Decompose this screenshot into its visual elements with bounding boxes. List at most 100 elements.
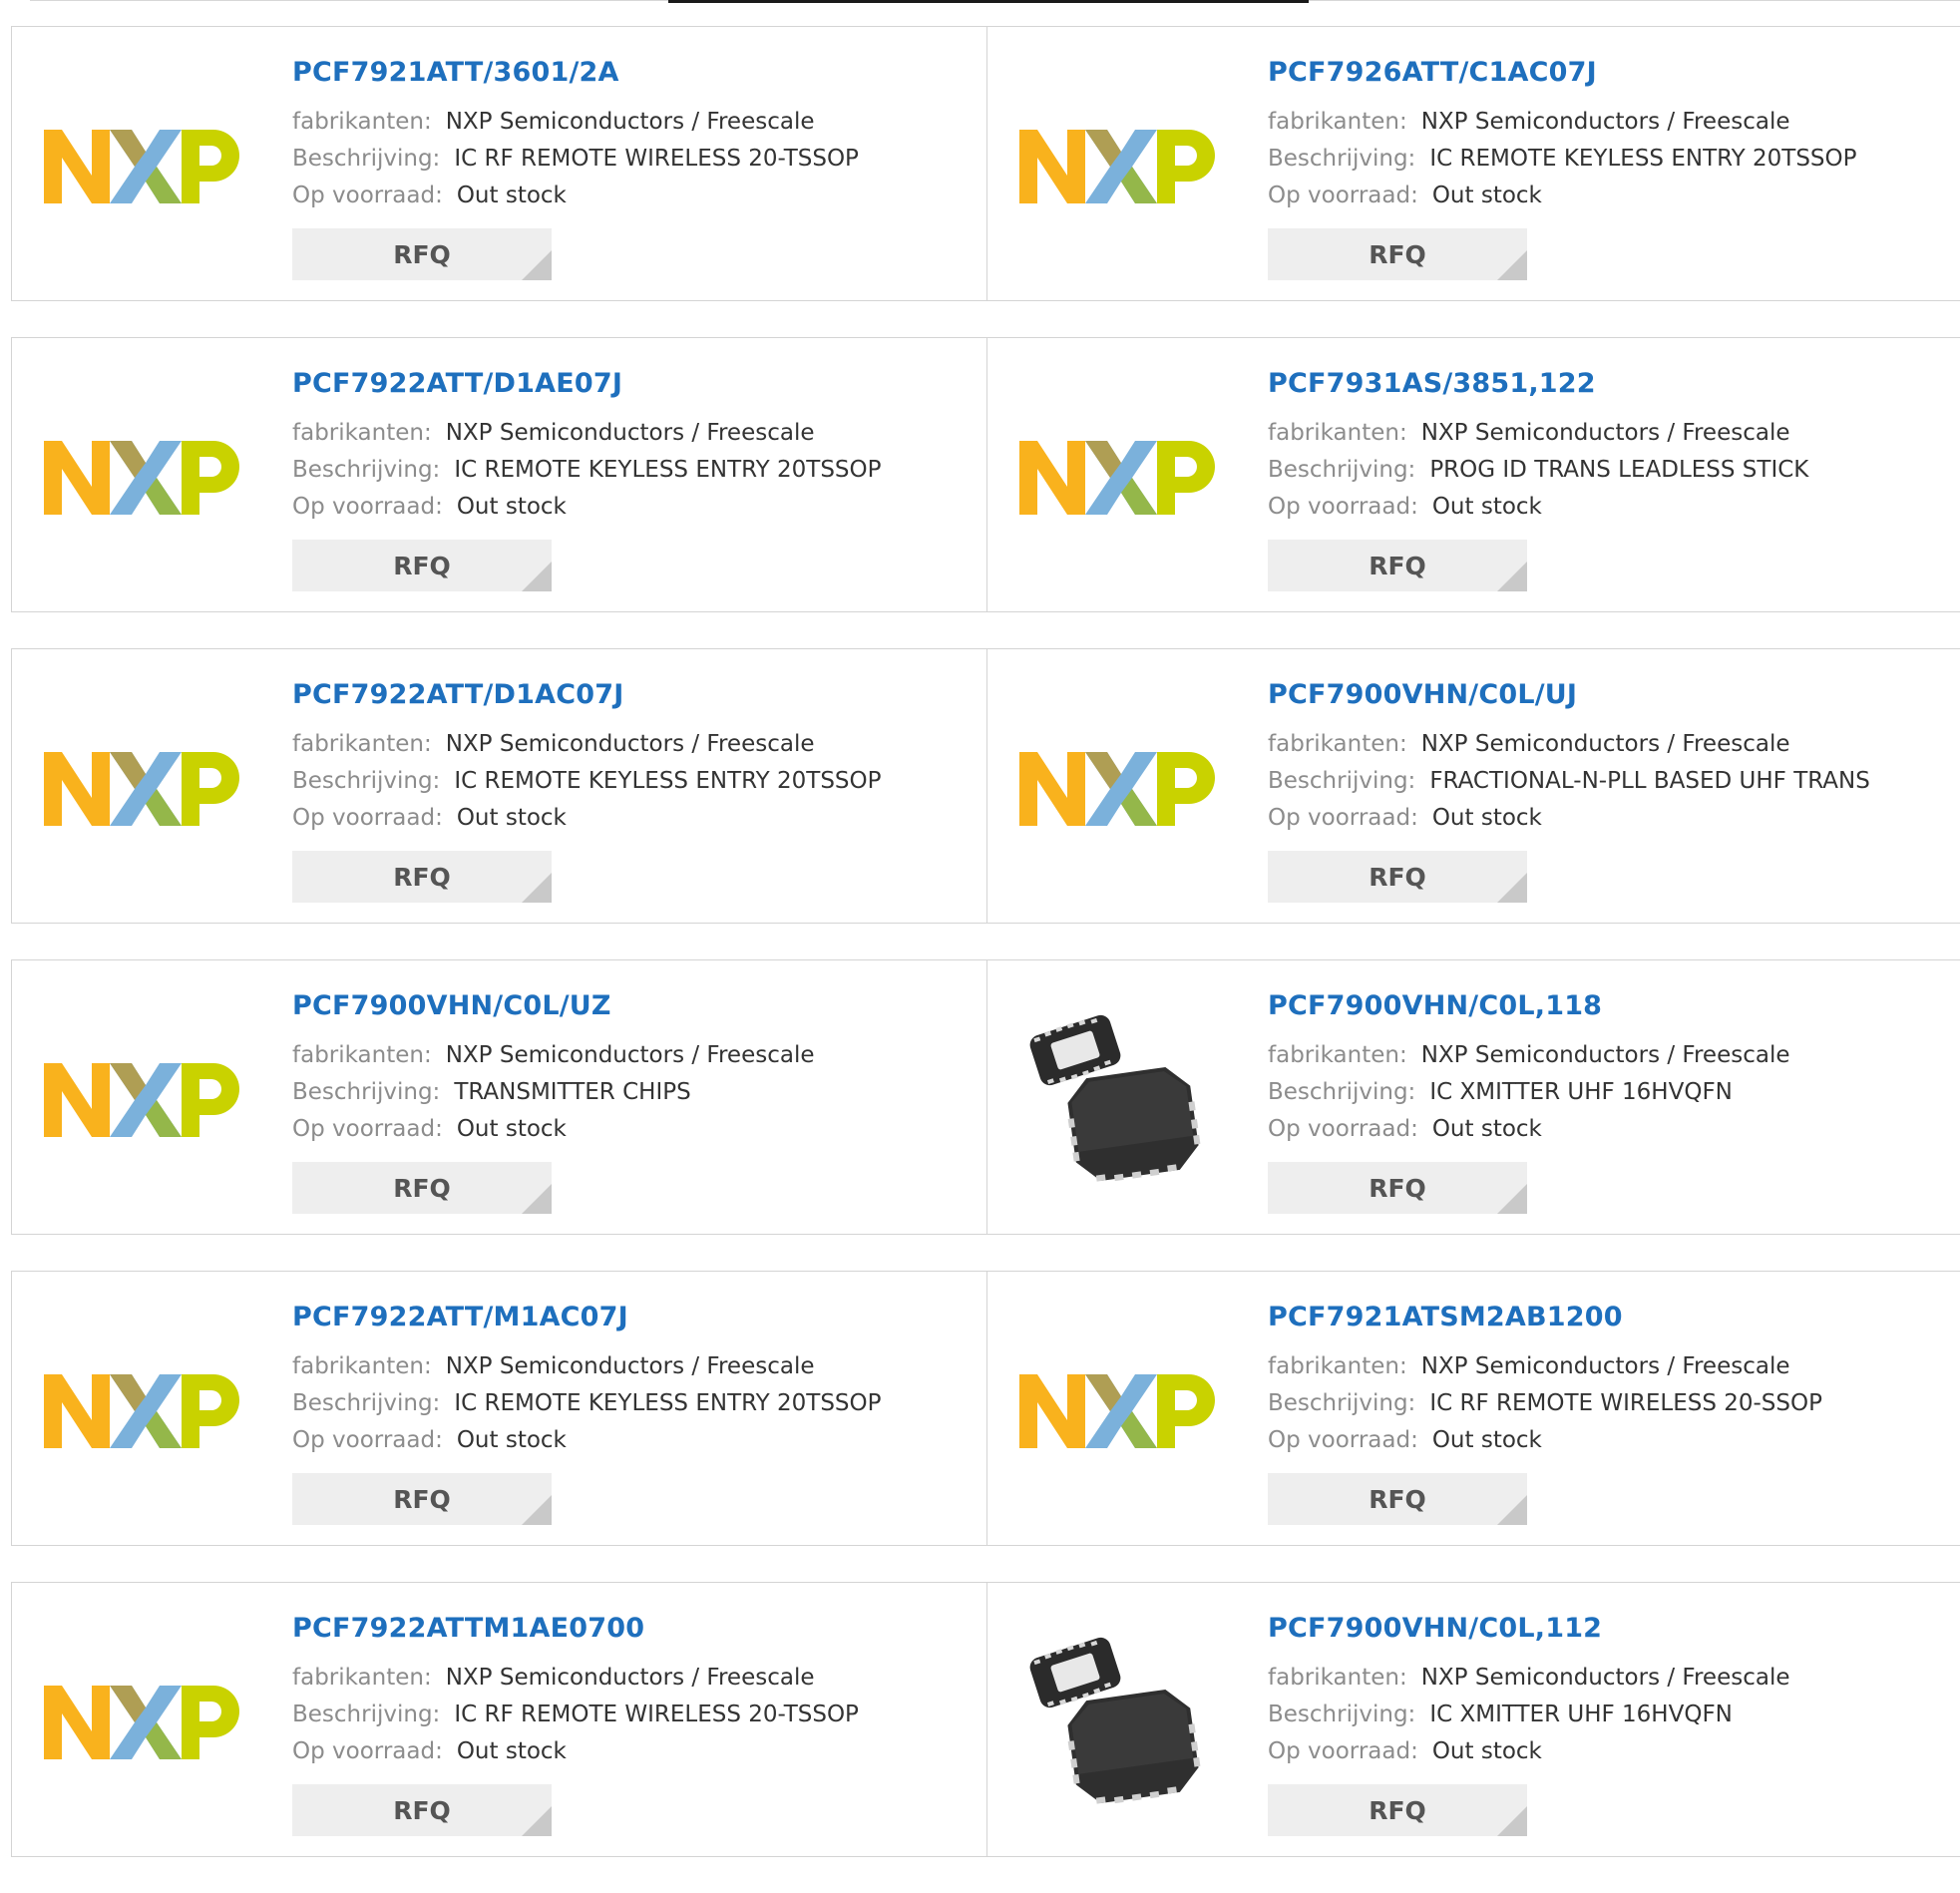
rfq-button[interactable]: RFQ bbox=[1268, 228, 1527, 280]
rfq-button[interactable]: RFQ bbox=[1268, 1473, 1527, 1525]
part-number-link[interactable]: PCF7900VHN/C0L/UJ bbox=[1268, 679, 1577, 710]
manufacturer-label: fabrikanten: bbox=[292, 1042, 432, 1068]
product-thumbnail[interactable] bbox=[1017, 67, 1217, 266]
rfq-button-label: RFQ bbox=[1369, 862, 1426, 892]
stock-value: Out stock bbox=[456, 1116, 567, 1142]
description-label: Beschrijving: bbox=[1268, 146, 1416, 172]
product-row: PCF7922ATTM1AE0700 fabrikanten: NXP Semico… bbox=[11, 1582, 1960, 1857]
description-line: Beschrijving: TRANSMITTER CHIPS bbox=[292, 1079, 691, 1105]
part-number-link[interactable]: PCF7922ATT/D1AE07J bbox=[292, 368, 622, 399]
rfq-button[interactable]: RFQ bbox=[292, 1473, 552, 1525]
rfq-button[interactable]: RFQ bbox=[1268, 1784, 1527, 1836]
description-line: Beschrijving: IC REMOTE KEYLESS ENTRY 20T… bbox=[292, 768, 882, 794]
manufacturer-value: NXP Semiconductors / Freescale bbox=[445, 1353, 815, 1379]
corner-fold-icon bbox=[1497, 873, 1527, 903]
rfq-button[interactable]: RFQ bbox=[292, 1784, 552, 1836]
rfq-button[interactable]: RFQ bbox=[292, 1162, 552, 1214]
nxp-logo-icon bbox=[44, 1686, 239, 1759]
part-number-link[interactable]: PCF7922ATT/D1AC07J bbox=[292, 679, 623, 710]
part-number-link[interactable]: PCF7921ATSM2AB1200 bbox=[1268, 1302, 1623, 1332]
manufacturer-value: NXP Semiconductors / Freescale bbox=[445, 731, 815, 757]
description-label: Beschrijving: bbox=[292, 1702, 441, 1727]
description-value: IC RF REMOTE WIRELESS 20-TSSOP bbox=[454, 1702, 859, 1727]
stock-label: Op voorraad: bbox=[1268, 1738, 1418, 1764]
product-row: PCF7922ATT/D1AE07J fabrikanten: NXP Semico… bbox=[11, 337, 1960, 612]
stock-line: Op voorraad: Out stock bbox=[292, 494, 567, 520]
product-thumbnail[interactable] bbox=[42, 378, 241, 577]
product-thumbnail[interactable] bbox=[1017, 689, 1217, 889]
product-card: PCF7931AS/3851,122 fabrikanten: NXP Semico… bbox=[987, 337, 1960, 612]
part-number-link[interactable]: PCF7922ATTM1AE0700 bbox=[292, 1613, 644, 1644]
rfq-button-label: RFQ bbox=[1369, 551, 1426, 580]
qfn-chip-photo-icon bbox=[1029, 1637, 1201, 1804]
nxp-logo-icon bbox=[44, 1063, 239, 1137]
part-number-link[interactable]: PCF7921ATT/3601/2A bbox=[292, 57, 619, 88]
description-label: Beschrijving: bbox=[292, 768, 441, 794]
manufacturer-label: fabrikanten: bbox=[1268, 1353, 1407, 1379]
stock-line: Op voorraad: Out stock bbox=[292, 1427, 567, 1453]
manufacturer-line: fabrikanten: NXP Semiconductors / Freesca… bbox=[292, 109, 815, 135]
corner-fold-icon bbox=[1497, 1184, 1527, 1214]
part-number-link[interactable]: PCF7922ATT/M1AC07J bbox=[292, 1302, 628, 1332]
rfq-button[interactable]: RFQ bbox=[292, 851, 552, 903]
part-number-link[interactable]: PCF7900VHN/C0L/UZ bbox=[292, 990, 611, 1021]
manufacturer-label: fabrikanten: bbox=[292, 420, 432, 446]
manufacturer-value: NXP Semiconductors / Freescale bbox=[1420, 109, 1790, 135]
corner-fold-icon bbox=[522, 250, 552, 280]
description-value: PROG ID TRANS LEADLESS STICK bbox=[1429, 457, 1809, 483]
stock-value: Out stock bbox=[1431, 183, 1542, 208]
stock-label: Op voorraad: bbox=[292, 1427, 443, 1453]
stock-label: Op voorraad: bbox=[292, 805, 443, 831]
rfq-button[interactable]: RFQ bbox=[292, 540, 552, 591]
manufacturer-label: fabrikanten: bbox=[292, 731, 432, 757]
product-card: PCF7926ATT/C1AC07J fabrikanten: NXP Semico… bbox=[987, 26, 1960, 301]
stock-line: Op voorraad: Out stock bbox=[292, 1738, 567, 1764]
part-number-link[interactable]: PCF7926ATT/C1AC07J bbox=[1268, 57, 1597, 88]
manufacturer-line: fabrikanten: NXP Semiconductors / Freesca… bbox=[1268, 1665, 1790, 1691]
description-label: Beschrijving: bbox=[1268, 1390, 1416, 1416]
product-thumbnail[interactable] bbox=[42, 1312, 241, 1511]
manufacturer-value: NXP Semiconductors / Freescale bbox=[445, 109, 815, 135]
product-thumbnail[interactable] bbox=[42, 1000, 241, 1200]
manufacturer-label: fabrikanten: bbox=[292, 109, 432, 135]
corner-fold-icon bbox=[522, 1495, 552, 1525]
product-thumbnail[interactable] bbox=[1017, 1000, 1217, 1200]
stock-label: Op voorraad: bbox=[1268, 805, 1418, 831]
manufacturer-line: fabrikanten: NXP Semiconductors / Freesca… bbox=[292, 731, 815, 757]
description-value: TRANSMITTER CHIPS bbox=[454, 1079, 691, 1105]
product-card: PCF7922ATT/D1AC07J fabrikanten: NXP Semico… bbox=[11, 648, 987, 924]
product-card: PCF7900VHN/C0L/UZ fabrikanten: NXP Semicon… bbox=[11, 959, 987, 1235]
rfq-button-label: RFQ bbox=[393, 1173, 451, 1203]
description-label: Beschrijving: bbox=[1268, 1079, 1416, 1105]
product-thumbnail[interactable] bbox=[1017, 378, 1217, 577]
manufacturer-value: NXP Semiconductors / Freescale bbox=[445, 1042, 815, 1068]
corner-fold-icon bbox=[522, 873, 552, 903]
part-number-link[interactable]: PCF7900VHN/C0L,118 bbox=[1268, 990, 1602, 1021]
stock-label: Op voorraad: bbox=[292, 494, 443, 520]
stock-value: Out stock bbox=[456, 1427, 567, 1453]
product-thumbnail[interactable] bbox=[42, 1623, 241, 1822]
rfq-button[interactable]: RFQ bbox=[292, 228, 552, 280]
description-label: Beschrijving: bbox=[1268, 457, 1416, 483]
stock-line: Op voorraad: Out stock bbox=[1268, 1427, 1542, 1453]
rfq-button[interactable]: RFQ bbox=[1268, 1162, 1527, 1214]
product-thumbnail[interactable] bbox=[1017, 1623, 1217, 1822]
manufacturer-value: NXP Semiconductors / Freescale bbox=[1420, 1042, 1790, 1068]
rfq-button[interactable]: RFQ bbox=[1268, 540, 1527, 591]
nxp-logo-icon bbox=[1019, 1374, 1215, 1448]
product-row: PCF7922ATT/D1AC07J fabrikanten: NXP Semico… bbox=[11, 648, 1960, 924]
product-card: PCF7922ATTM1AE0700 fabrikanten: NXP Semico… bbox=[11, 1582, 987, 1857]
product-thumbnail[interactable] bbox=[42, 67, 241, 266]
part-number-link[interactable]: PCF7900VHN/C0L,112 bbox=[1268, 1613, 1602, 1644]
description-label: Beschrijving: bbox=[1268, 1702, 1416, 1727]
description-line: Beschrijving: FRACTIONAL-N-PLL BASED UHF … bbox=[1268, 768, 1870, 794]
corner-fold-icon bbox=[522, 1184, 552, 1214]
part-number-link[interactable]: PCF7931AS/3851,122 bbox=[1268, 368, 1596, 399]
stock-value: Out stock bbox=[1431, 1427, 1542, 1453]
stock-line: Op voorraad: Out stock bbox=[1268, 805, 1542, 831]
product-thumbnail[interactable] bbox=[42, 689, 241, 889]
product-thumbnail[interactable] bbox=[1017, 1312, 1217, 1511]
nxp-logo-icon bbox=[44, 441, 239, 515]
rfq-button[interactable]: RFQ bbox=[1268, 851, 1527, 903]
corner-fold-icon bbox=[522, 562, 552, 591]
